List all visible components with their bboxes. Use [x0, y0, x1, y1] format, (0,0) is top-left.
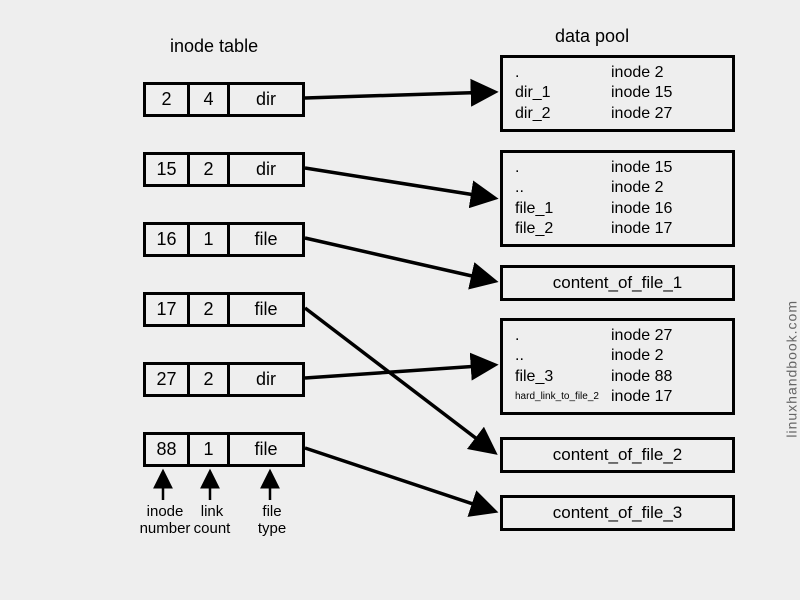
- link-count-cell: 1: [190, 225, 230, 254]
- dir-entry: dir_1 inode 15: [515, 83, 720, 103]
- link-count-cell: 1: [190, 435, 230, 464]
- inode-row: 16 1 file: [143, 222, 305, 257]
- inode-number-cell: 16: [146, 225, 190, 254]
- inode-row: 17 2 file: [143, 292, 305, 327]
- inode-number-cell: 88: [146, 435, 190, 464]
- annotation-file-type: filetype: [242, 503, 302, 538]
- dir-entry: hard_link_to_file_2 inode 17: [515, 387, 720, 407]
- data-pool-content-box: content_of_file_2: [500, 437, 735, 473]
- inode-table-title: inode table: [170, 36, 258, 57]
- dir-entry: file_2 inode 17: [515, 219, 720, 239]
- dir-entry: . inode 27: [515, 326, 720, 346]
- link-count-cell: 4: [190, 85, 230, 114]
- inode-number-cell: 15: [146, 155, 190, 184]
- watermark: linuxhandbook.com: [784, 300, 800, 438]
- file-type-cell: dir: [230, 365, 302, 394]
- data-pool-dir-box: . inode 2 dir_1 inode 15 dir_2 inode 27: [500, 55, 735, 132]
- link-count-cell: 2: [190, 295, 230, 324]
- file-type-cell: dir: [230, 155, 302, 184]
- dir-entry: .. inode 2: [515, 178, 720, 198]
- dir-entry: file_3 inode 88: [515, 367, 720, 387]
- dir-entry: . inode 2: [515, 63, 720, 83]
- inode-row: 2 4 dir: [143, 82, 305, 117]
- inode-number-cell: 2: [146, 85, 190, 114]
- data-pool-title: data pool: [555, 26, 629, 47]
- data-pool-content-box: content_of_file_1: [500, 265, 735, 301]
- inode-row: 15 2 dir: [143, 152, 305, 187]
- link-count-cell: 2: [190, 155, 230, 184]
- inode-number-cell: 17: [146, 295, 190, 324]
- dir-entry: .. inode 2: [515, 346, 720, 366]
- dir-entry: file_1 inode 16: [515, 199, 720, 219]
- file-type-cell: file: [230, 435, 302, 464]
- inode-row: 27 2 dir: [143, 362, 305, 397]
- annotation-link-count: linkcount: [186, 503, 238, 538]
- file-type-cell: file: [230, 225, 302, 254]
- diagram-stage: inode table data pool linuxhandbook.com …: [0, 0, 800, 600]
- file-type-cell: file: [230, 295, 302, 324]
- inode-number-cell: 27: [146, 365, 190, 394]
- data-pool-dir-box: . inode 27 .. inode 2 file_3 inode 88 ha…: [500, 318, 735, 415]
- data-pool-dir-box: . inode 15 .. inode 2 file_1 inode 16 fi…: [500, 150, 735, 247]
- inode-row: 88 1 file: [143, 432, 305, 467]
- dir-entry: . inode 15: [515, 158, 720, 178]
- data-pool-content-box: content_of_file_3: [500, 495, 735, 531]
- dir-entry: dir_2 inode 27: [515, 104, 720, 124]
- file-type-cell: dir: [230, 85, 302, 114]
- link-count-cell: 2: [190, 365, 230, 394]
